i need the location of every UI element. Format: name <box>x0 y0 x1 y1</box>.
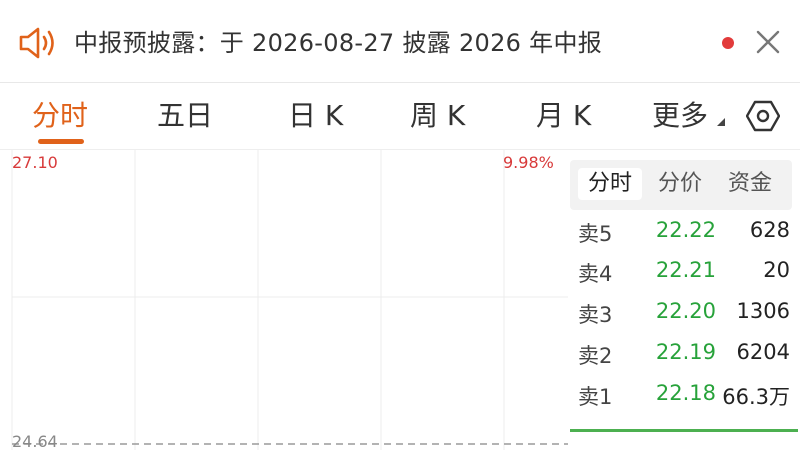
ask-volume: 66.3万 <box>722 385 790 409</box>
chart-low-price: 24.64 <box>12 432 58 451</box>
ask-volume: 20 <box>763 258 790 282</box>
bid-ask-divider <box>570 429 798 432</box>
tab-weekly-k[interactable]: 周 K <box>410 97 465 135</box>
settings-hexagon-icon[interactable] <box>746 99 780 133</box>
tab-intraday[interactable]: 分时 <box>32 97 88 135</box>
ask-label: 卖1 <box>578 385 613 409</box>
panel-tab-intraday[interactable]: 分时 <box>578 168 643 200</box>
order-book-panel: 分时 分价 资金 卖5 22.22 628 卖4 22.21 20 卖3 22.… <box>570 150 800 450</box>
ask-label: 卖2 <box>578 344 613 368</box>
ask-price: 22.20 <box>655 299 716 323</box>
ask-label: 卖5 <box>578 222 613 246</box>
tab-daily-k[interactable]: 日 K <box>288 97 343 135</box>
ask-volume: 628 <box>749 218 790 242</box>
order-panel-tabs: 分时 分价 资金 <box>570 160 792 210</box>
notice-bar[interactable]: 中报预披露：于 2026-08-27 披露 2026 年中报 <box>0 0 800 83</box>
unread-dot <box>722 37 734 49</box>
chart-grid <box>11 150 568 450</box>
ask-row-4: 卖4 22.21 20 <box>570 254 792 294</box>
ask-volume: 6204 <box>736 340 790 364</box>
chart-high-percent: 9.98% <box>503 153 554 172</box>
close-icon[interactable] <box>754 28 782 56</box>
notice-text[interactable]: 中报预披露：于 2026-08-27 披露 2026 年中报 <box>74 26 602 60</box>
active-tab-indicator <box>38 139 84 144</box>
ask-price: 22.22 <box>655 218 716 242</box>
tab-five-day[interactable]: 五日 <box>157 97 213 135</box>
ask-volume: 1306 <box>736 299 790 323</box>
ask-price: 22.18 <box>655 381 716 405</box>
ask-row-2: 卖2 22.19 6204 <box>570 336 792 376</box>
ask-row-3: 卖3 22.20 1306 <box>570 295 792 335</box>
tab-monthly-k[interactable]: 月 K <box>536 97 591 135</box>
ask-row-5: 卖5 22.22 628 <box>570 214 792 254</box>
tab-more[interactable]: 更多 <box>652 97 708 135</box>
ask-price: 22.19 <box>655 340 716 364</box>
ask-row-1: 卖1 22.18 66.3万 <box>570 377 792 417</box>
dropdown-triangle-icon <box>717 118 725 126</box>
panel-tab-capital-flow[interactable]: 资金 <box>728 168 772 200</box>
speaker-icon <box>19 27 54 59</box>
chart-high-price: 27.10 <box>12 153 58 172</box>
ask-label: 卖3 <box>578 303 613 327</box>
period-tabs: 分时 五日 日 K 周 K 月 K 更多 <box>0 83 800 150</box>
ask-label: 卖4 <box>578 262 613 286</box>
intraday-chart[interactable]: 27.10 9.98% 24.64 <box>0 150 568 451</box>
ask-price: 22.21 <box>655 258 716 282</box>
panel-tab-price-distribution[interactable]: 分价 <box>658 168 702 200</box>
